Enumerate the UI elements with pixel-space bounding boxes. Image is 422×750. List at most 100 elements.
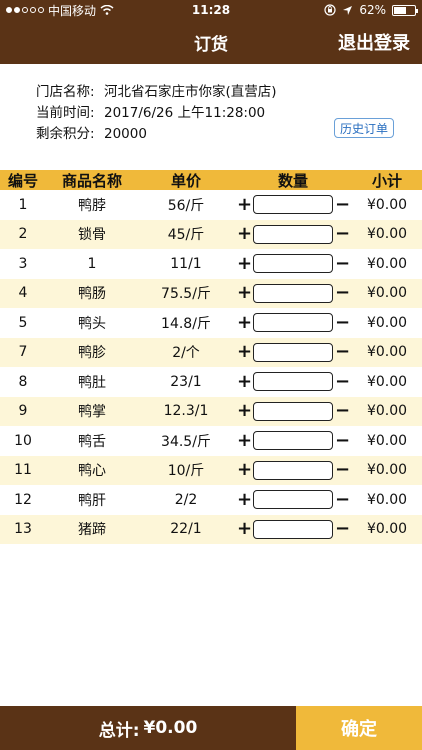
row-price: 11/1 <box>170 255 202 272</box>
row-subtotal: ¥0.00 <box>366 314 408 331</box>
row-subtotal: ¥0.00 <box>366 432 408 449</box>
quantity-control: + − <box>234 401 352 421</box>
logout-button[interactable]: 退出登录 <box>338 29 410 55</box>
quantity-input[interactable] <box>253 283 333 303</box>
table-row: 9 鸭掌 12.3/1 + − ¥0.00 <box>0 396 422 426</box>
increase-button[interactable]: + <box>237 431 252 450</box>
table-row: 13 猪蹄 22/1 + − ¥0.00 <box>0 514 422 544</box>
product-list: 1 鸭脖 56/斤 + − ¥0.00 2 锁骨 45/斤 + − ¥0.00 … <box>0 190 422 544</box>
row-price: 22/1 <box>170 521 202 538</box>
row-price: 12.3/1 <box>163 403 209 420</box>
quantity-control: + − <box>234 460 352 480</box>
decrease-button[interactable]: − <box>335 520 350 538</box>
status-bar: 中国移动 11:28 62% <box>0 0 422 20</box>
store-name-label: 门店名称: <box>36 84 95 100</box>
increase-button[interactable]: + <box>237 372 252 391</box>
current-time-label: 当前时间: <box>36 105 95 121</box>
quantity-input[interactable] <box>253 342 333 362</box>
decrease-button[interactable]: − <box>335 254 350 273</box>
row-subtotal: ¥0.00 <box>366 462 408 479</box>
quantity-input[interactable] <box>253 313 333 333</box>
store-name-value: 河北省石家庄市你家(直营店) <box>104 84 277 100</box>
quantity-control: + − <box>234 431 352 451</box>
increase-button[interactable]: + <box>237 490 252 509</box>
quantity-input[interactable] <box>253 195 333 215</box>
row-id: 11 <box>14 462 32 479</box>
row-id: 2 <box>18 226 28 243</box>
decrease-button[interactable]: − <box>335 402 350 420</box>
increase-button[interactable]: + <box>237 225 252 243</box>
decrease-button[interactable]: − <box>335 343 350 361</box>
total-value: ¥0.00 <box>143 718 198 738</box>
header-name: 商品名称 <box>61 171 122 190</box>
quantity-input[interactable] <box>253 519 333 539</box>
decrease-button[interactable]: − <box>335 284 350 302</box>
row-subtotal: ¥0.00 <box>366 491 408 508</box>
row-id: 9 <box>18 403 28 420</box>
store-info: 门店名称: 河北省石家庄市你家(直营店) 当前时间: 2017/6/26 上午1… <box>0 64 422 170</box>
increase-button[interactable]: + <box>237 520 252 538</box>
rotation-lock-icon <box>324 4 336 16</box>
row-id: 3 <box>18 255 28 272</box>
quantity-input[interactable] <box>253 460 333 480</box>
table-row: 12 鸭肝 2/2 + − ¥0.00 <box>0 485 422 515</box>
row-id: 12 <box>14 491 32 508</box>
quantity-input[interactable] <box>253 490 333 510</box>
table-row: 10 鸭舌 34.5/斤 + − ¥0.00 <box>0 426 422 456</box>
quantity-control: + − <box>234 372 352 392</box>
nav-bar: 订货 退出登录 <box>0 20 422 64</box>
row-subtotal: ¥0.00 <box>366 196 408 213</box>
quantity-control: + − <box>234 283 352 303</box>
header-price: 单价 <box>170 171 201 190</box>
decrease-button[interactable]: − <box>335 461 350 479</box>
quantity-control: + − <box>234 519 352 539</box>
decrease-button[interactable]: − <box>335 372 350 391</box>
quantity-input[interactable] <box>253 254 333 274</box>
order-total: 总计: ¥0.00 <box>0 706 296 750</box>
increase-button[interactable]: + <box>237 402 252 420</box>
location-icon <box>343 5 353 15</box>
table-row: 7 鸭胗 2/个 + − ¥0.00 <box>0 337 422 367</box>
history-orders-button[interactable]: 历史订单 <box>334 118 394 138</box>
row-id: 4 <box>18 285 28 302</box>
quantity-input[interactable] <box>253 401 333 421</box>
quantity-input[interactable] <box>253 431 333 451</box>
row-id: 13 <box>14 521 32 538</box>
row-price: 34.5/斤 <box>161 433 211 450</box>
decrease-button[interactable]: − <box>335 195 350 214</box>
decrease-button[interactable]: − <box>335 225 350 243</box>
row-name: 锁骨 <box>78 227 106 244</box>
row-name: 1 <box>87 255 97 272</box>
carrier-name: 中国移动 <box>48 3 97 18</box>
confirm-button[interactable]: 确定 <box>296 706 422 750</box>
increase-button[interactable]: + <box>237 461 252 479</box>
wifi-icon <box>100 5 114 15</box>
row-name: 鸭肝 <box>78 492 106 509</box>
row-subtotal: ¥0.00 <box>366 373 408 390</box>
quantity-input[interactable] <box>253 224 333 244</box>
decrease-button[interactable]: − <box>335 431 350 450</box>
header-id: 编号 <box>7 171 38 190</box>
quantity-control: + − <box>234 254 352 274</box>
increase-button[interactable]: + <box>237 195 252 214</box>
table-row: 11 鸭心 10/斤 + − ¥0.00 <box>0 455 422 485</box>
decrease-button[interactable]: − <box>335 490 350 509</box>
increase-button[interactable]: + <box>237 313 252 332</box>
row-price: 23/1 <box>170 373 202 390</box>
decrease-button[interactable]: − <box>335 313 350 332</box>
quantity-input[interactable] <box>253 372 333 392</box>
current-time-value: 2017/6/26 上午11:28:00 <box>104 105 266 121</box>
increase-button[interactable]: + <box>237 254 252 273</box>
quantity-control: + − <box>234 224 352 244</box>
row-name: 鸭肠 <box>78 286 106 303</box>
row-id: 5 <box>18 314 28 331</box>
increase-button[interactable]: + <box>237 343 252 361</box>
table-row: 3 1 11/1 + − ¥0.00 <box>0 249 422 279</box>
row-name: 猪蹄 <box>78 522 106 539</box>
table-row: 1 鸭脖 56/斤 + − ¥0.00 <box>0 190 422 220</box>
row-name: 鸭胗 <box>78 345 106 362</box>
row-price: 10/斤 <box>167 463 205 480</box>
increase-button[interactable]: + <box>237 284 252 302</box>
row-subtotal: ¥0.00 <box>366 344 408 361</box>
header-subtotal: 小计 <box>371 171 402 190</box>
